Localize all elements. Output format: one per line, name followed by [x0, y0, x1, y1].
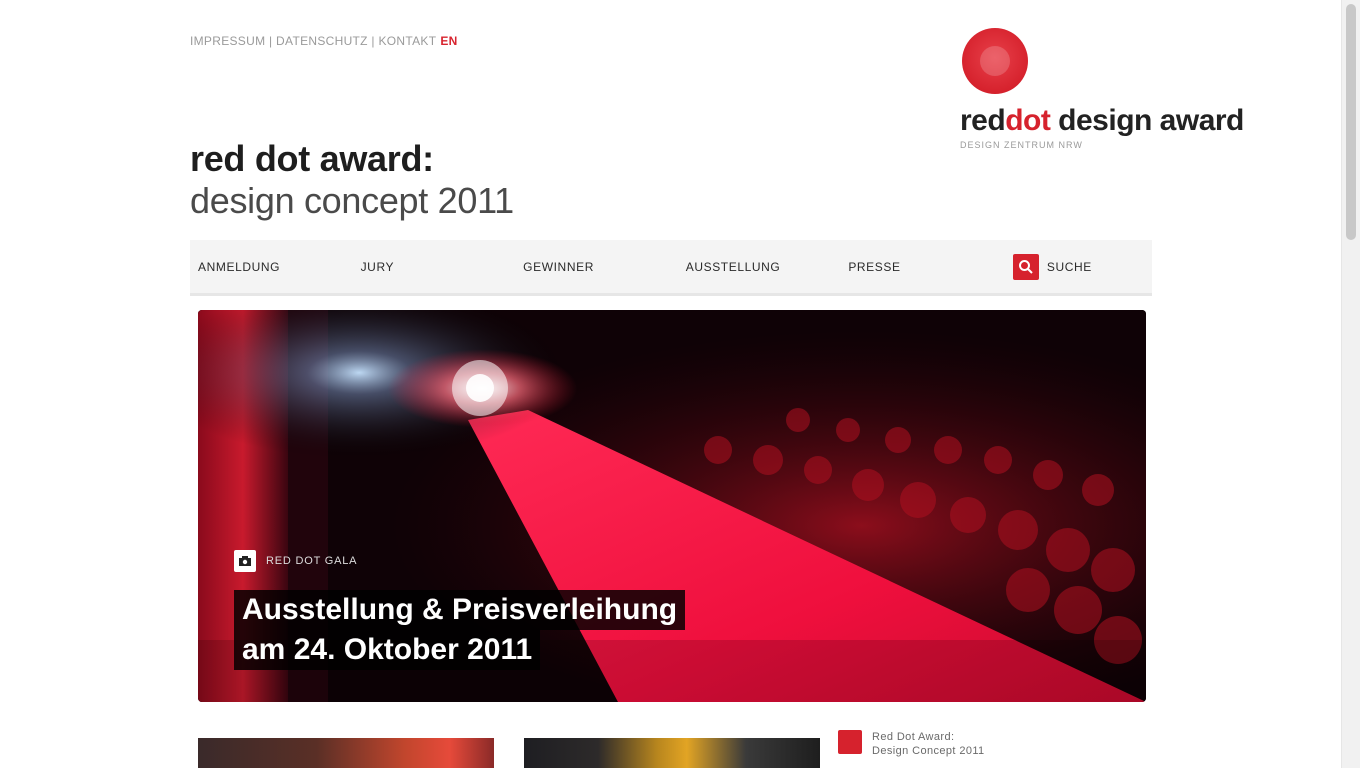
teaser-thumb-2[interactable]	[524, 738, 820, 768]
nav-item-label: Gewinner	[523, 259, 594, 274]
nav-search[interactable]: Suche	[1002, 240, 1153, 296]
nav-item-label: Anmeldung	[198, 259, 281, 274]
language-switch[interactable]: EN	[440, 34, 457, 48]
search-label: Suche	[1046, 259, 1092, 274]
scrollbar-thumb[interactable]	[1346, 4, 1356, 240]
nav-item-gewinner[interactable]: Gewinner	[515, 240, 678, 296]
nav-item-ausstellung[interactable]: Ausstellung	[677, 240, 841, 296]
logo-text-accent: dot	[1005, 104, 1051, 137]
top-links[interactable]: IMPRESSUM | DATENSCHUTZ | KONTAKT EN	[190, 34, 458, 48]
page: IMPRESSUM | DATENSCHUTZ | KONTAKT EN redd…	[0, 0, 1360, 768]
hero-title-line1[interactable]: Ausstellung & Preisverleihung	[234, 590, 686, 630]
nav-item-label: Jury	[360, 259, 395, 274]
nav-item-label: Presse	[848, 259, 901, 274]
teaser-thumb-1[interactable]	[198, 738, 494, 768]
hero-caption[interactable]: Red Dot Gala Ausstellung & Preisverleihu…	[234, 550, 686, 670]
red-dot-icon	[962, 28, 1028, 94]
search-icon	[1012, 253, 1039, 280]
camera-icon	[234, 550, 256, 572]
logo-text: reddot design award	[960, 104, 1244, 138]
hero-title-line2[interactable]: am 24. Oktober 2011	[234, 630, 541, 670]
side-news-label: Red Dot Award: Design Concept 2011	[872, 730, 985, 758]
page-title: red dot award: design concept 2011	[190, 138, 514, 222]
scrollbar[interactable]	[1341, 0, 1360, 768]
side-news-line1: Red Dot Award:	[872, 731, 955, 743]
page-title-line1: red dot award:	[190, 138, 434, 179]
side-news[interactable]: Red Dot Award: Design Concept 2011	[838, 730, 1146, 758]
news-icon	[838, 730, 862, 754]
hero-banner[interactable]: Red Dot Gala Ausstellung & Preisverleihu…	[198, 310, 1146, 702]
hero-tag: Red Dot Gala	[234, 550, 685, 572]
logo[interactable]: reddot design award DESIGN ZENTRUM NRW	[960, 26, 1244, 156]
top-links-text[interactable]: IMPRESSUM | DATENSCHUTZ | KONTAKT	[190, 34, 436, 48]
logo-text-suffix: design award	[1050, 104, 1244, 137]
nav-item-presse[interactable]: Presse	[840, 240, 1003, 296]
nav-item-jury[interactable]: Jury	[352, 240, 516, 296]
logo-subtitle: DESIGN ZENTRUM NRW	[960, 140, 1083, 150]
hero-tag-label: Red Dot Gala	[266, 555, 358, 567]
logo-text-main: red	[960, 104, 1006, 137]
teaser-strip: Red Dot Award: Design Concept 2011	[198, 730, 1146, 768]
nav-item-anmeldung[interactable]: Anmeldung	[190, 240, 353, 296]
main-nav: Anmeldung Jury Gewinner Ausstellung Pres…	[190, 240, 1153, 296]
nav-item-label: Ausstellung	[685, 259, 781, 274]
content: IMPRESSUM | DATENSCHUTZ | KONTAKT EN redd…	[190, 0, 1244, 768]
page-title-line2: design concept 2011	[190, 180, 514, 221]
side-news-line2: Design Concept 2011	[872, 745, 985, 757]
